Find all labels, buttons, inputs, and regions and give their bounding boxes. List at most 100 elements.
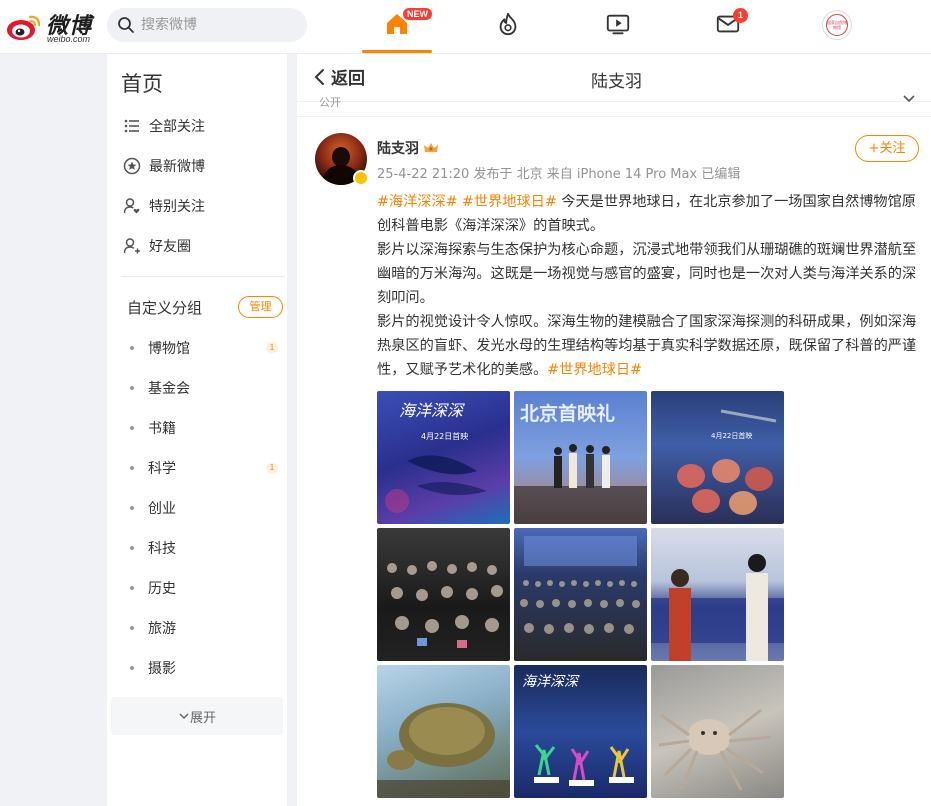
crown-icon [424, 143, 438, 152]
group-item-history[interactable]: 历史 [130, 576, 280, 600]
group-item-books[interactable]: 书籍 [130, 416, 280, 440]
chevron-left-icon [315, 68, 324, 85]
custom-groups-title: 自定义分组 [127, 299, 203, 317]
photo-grid: 海洋深深 4月22日首映 北京首映礼 4月22日首映 海洋深深 [377, 391, 785, 799]
back-label: 返回 [331, 69, 365, 89]
crowd-photo-image [520, 536, 640, 634]
theater-audience-image [387, 561, 503, 648]
sidebar-item-special-following[interactable]: 特别关注 [123, 194, 205, 218]
photo-thumbnail[interactable] [377, 665, 510, 798]
mail-count-badge: 1 [733, 8, 748, 23]
group-item-label: 科技 [148, 541, 176, 557]
search-box[interactable] [107, 8, 307, 42]
nav-video-button[interactable] [604, 10, 632, 38]
expand-groups-button[interactable]: 展开 [111, 697, 283, 735]
sidebar-item-label: 特别关注 [149, 199, 205, 215]
group-item-science[interactable]: 科学 1 [130, 456, 280, 480]
photo-thumbnail[interactable]: 4月22日首映 [651, 391, 784, 524]
post-paragraph-3: 影片的视觉设计令人惊叹。深海生物的建模融合了国家深海探测的科研成果，例如深海热泉… [377, 310, 917, 382]
photo-thumbnail[interactable]: 海洋深深 4月22日首映 [377, 391, 510, 524]
manage-groups-button[interactable]: 管理 [238, 296, 283, 318]
group-item-museum[interactable]: 博物馆 1 [130, 336, 280, 360]
sidebar-item-friends-circle[interactable]: 好友圈 [123, 234, 191, 258]
turtle-specimen-image [377, 703, 510, 798]
weibo-logo[interactable]: 微博 weibo.com [6, 8, 98, 44]
sidebar-item-latest[interactable]: 最新微博 [123, 154, 205, 178]
group-item-label: 旅游 [148, 621, 176, 637]
sidebar-divider [121, 276, 285, 277]
user-heart-icon [123, 198, 140, 214]
bullet-dot [130, 346, 134, 350]
list-icon [124, 119, 139, 133]
group-unread-count: 1 [266, 462, 278, 474]
post-text-segment: 影片的视觉设计令人惊叹。深海生物的建模融合了国家深海探测的科研成果，例如深海热泉… [377, 314, 917, 378]
avatar-silhouette-head [332, 147, 350, 167]
visibility-row[interactable]: 公开 [297, 90, 931, 110]
sidebar-title: 首页 [121, 72, 163, 96]
group-item-photography[interactable]: 摄影 [130, 656, 280, 680]
group-item-label: 博物馆 [148, 341, 190, 357]
bullet-dot [130, 466, 134, 470]
author-name[interactable]: 陆支羽 [377, 138, 419, 158]
chevron-down-icon[interactable] [902, 93, 916, 105]
divider [297, 116, 931, 117]
speakers-photo-image [651, 554, 784, 661]
photo-caption: 海洋深深 [522, 674, 578, 690]
post-text-segment: 今天是世界地球日，在北京参加了一场国家自然博物馆原创科普电影《海洋深深》的首映式… [377, 194, 916, 234]
video-icon [606, 14, 630, 35]
avatar-label: 国家自然博物馆 [826, 14, 848, 36]
page-title: 陆支羽 [591, 72, 642, 92]
author-name-row: 陆支羽 [377, 138, 439, 158]
post-paragraph-1: #海洋深深# #世界地球日# 今天是世界地球日，在北京参加了一场国家自然博物馆原… [377, 190, 917, 238]
post-body: #海洋深深# #世界地球日# 今天是世界地球日，在北京参加了一场国家自然博物馆原… [377, 190, 917, 382]
search-input[interactable] [141, 17, 291, 33]
bullet-dot [130, 546, 134, 550]
bullet-dot [130, 506, 134, 510]
photo-thumbnail[interactable] [651, 665, 784, 798]
expand-label: 展开 [189, 710, 216, 726]
follow-button[interactable]: +关注 [855, 135, 919, 162]
sidebar-item-label: 最新微博 [149, 159, 205, 175]
group-item-label: 书籍 [148, 421, 176, 437]
photo-caption: 4月22日首映 [711, 432, 753, 440]
jellyfish-exhibit-image [677, 409, 777, 515]
bullet-dot [130, 666, 134, 670]
photo-caption: 4月22日首映 [421, 432, 469, 441]
group-item-startup[interactable]: 创业 [130, 496, 280, 520]
star-circle-icon [123, 157, 141, 175]
group-unread-count: 1 [266, 342, 278, 354]
new-badge: NEW [403, 8, 432, 20]
photo-thumbnail[interactable] [651, 528, 784, 661]
hashtag-link[interactable]: #世界地球日# [462, 194, 557, 210]
photo-caption: 海洋深深 [399, 401, 464, 420]
post-paragraph-2: 影片以深海探索与生态保护为核心命题，沉浸式地带领我们从珊瑚礁的斑斓世界潜航至幽暗… [377, 242, 917, 306]
logo-domain: weibo.com [47, 34, 91, 44]
photo-thumbnail[interactable]: 北京首映礼 [514, 391, 647, 524]
chevron-down-icon [179, 713, 189, 720]
bullet-dot [130, 426, 134, 430]
hashtag-link[interactable]: #海洋深深# [377, 194, 458, 210]
photo-thumbnail[interactable] [514, 528, 647, 661]
crab-specimen-image [658, 708, 772, 791]
flame-icon [499, 12, 517, 36]
user-avatar[interactable]: 国家自然博物馆 [822, 10, 852, 40]
post-detail-panel: 返回 陆支羽 公开 陆支羽 25-4-22 21:20 发布于 北京 来自 iP… [297, 54, 931, 806]
sidebar-item-all-following[interactable]: 全部关注 [123, 114, 205, 138]
group-item-label: 历史 [148, 581, 176, 597]
group-item-foundation[interactable]: 基金会 [130, 376, 280, 400]
group-item-technology[interactable]: 科技 [130, 536, 280, 560]
hashtag-link[interactable]: #世界地球日# [547, 362, 642, 378]
left-sidebar: 首页 全部关注 最新微博 特别关注 好友圈 自定义分组 管理 博物馆 1 基金会… [107, 54, 287, 806]
group-item-label: 摄影 [148, 661, 176, 677]
photo-thumbnail[interactable] [377, 528, 510, 661]
weibo-eye-icon [7, 15, 41, 40]
group-item-label: 基金会 [148, 381, 190, 397]
post-meta: 25-4-22 21:20 发布于 北京 来自 iPhone 14 Pro Ma… [377, 167, 741, 182]
back-button[interactable]: 返回 [313, 64, 365, 89]
group-item-label: 创业 [148, 501, 176, 517]
active-tab-indicator [362, 50, 432, 53]
group-item-travel[interactable]: 旅游 [130, 616, 280, 640]
nav-hot-button[interactable] [494, 10, 522, 38]
photo-thumbnail[interactable]: 海洋深深 [514, 665, 647, 798]
user-friends-icon [123, 238, 140, 254]
